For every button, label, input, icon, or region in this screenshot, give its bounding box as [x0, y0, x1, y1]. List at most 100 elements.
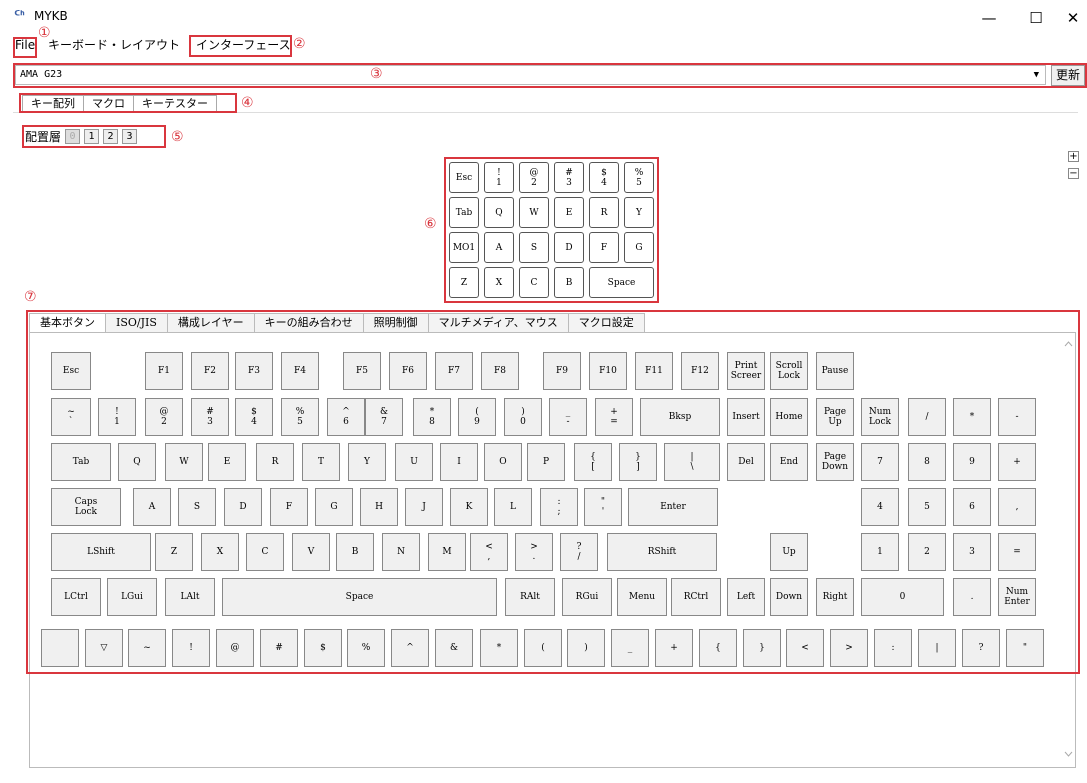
- palette-key[interactable]: Menu: [617, 578, 667, 616]
- device-key[interactable]: S: [519, 232, 549, 263]
- palette-key[interactable]: * 8: [413, 398, 451, 436]
- minimize-button[interactable]: —: [974, 7, 1004, 29]
- palette-key[interactable]: 1: [861, 533, 899, 571]
- tab-key-layout[interactable]: キー配列: [22, 95, 84, 112]
- palette-key[interactable]: K: [450, 488, 488, 526]
- palette-key[interactable]: : ;: [540, 488, 578, 526]
- palette-key[interactable]: 7: [861, 443, 899, 481]
- palette-key[interactable]: N: [382, 533, 420, 571]
- palette-key[interactable]: Pause: [816, 352, 854, 390]
- device-key[interactable]: Q: [484, 197, 514, 228]
- palette-key[interactable]: { [: [574, 443, 612, 481]
- palette-key[interactable]: Esc: [51, 352, 91, 390]
- refresh-button[interactable]: 更新: [1051, 65, 1085, 86]
- palette-key[interactable]: 5: [908, 488, 946, 526]
- device-key[interactable]: F: [589, 232, 619, 263]
- palette-key[interactable]: ( 9: [458, 398, 496, 436]
- zoom-in-button[interactable]: +: [1068, 151, 1079, 162]
- palette-key[interactable]: M: [428, 533, 466, 571]
- zoom-out-button[interactable]: −: [1068, 168, 1079, 179]
- palette-key[interactable]: F11: [635, 352, 673, 390]
- palette-key[interactable]: I: [440, 443, 478, 481]
- palette-key[interactable]: A: [133, 488, 171, 526]
- palette-key[interactable]: Q: [118, 443, 156, 481]
- palette-key[interactable]: Space: [222, 578, 497, 616]
- palette-key[interactable]: |: [918, 629, 956, 667]
- palette-key[interactable]: 0: [861, 578, 944, 616]
- palette-key[interactable]: %: [347, 629, 385, 667]
- palette-key[interactable]: Num Lock: [861, 398, 899, 436]
- palette-key[interactable]: Num Enter: [998, 578, 1036, 616]
- chevron-down-icon[interactable]: ▼: [1034, 66, 1039, 84]
- palette-key[interactable]: | \: [664, 443, 720, 481]
- device-key[interactable]: # 3: [554, 162, 584, 193]
- palette-key[interactable]: X: [201, 533, 239, 571]
- palette-key[interactable]: W: [165, 443, 203, 481]
- category-tab[interactable]: 基本ボタン: [29, 313, 106, 333]
- scrollbar[interactable]: [1062, 334, 1075, 766]
- device-key[interactable]: Tab: [449, 197, 479, 228]
- palette-key[interactable]: RGui: [562, 578, 612, 616]
- palette-key[interactable]: ) 0: [504, 398, 542, 436]
- palette-key[interactable]: End: [770, 443, 808, 481]
- palette-key[interactable]: Page Up: [816, 398, 854, 436]
- palette-key[interactable]: *: [480, 629, 518, 667]
- palette-key[interactable]: F5: [343, 352, 381, 390]
- palette-key[interactable]: ? /: [560, 533, 598, 571]
- palette-key[interactable]: F12: [681, 352, 719, 390]
- palette-key[interactable]: 6: [953, 488, 991, 526]
- palette-key[interactable]: G: [315, 488, 353, 526]
- layer-button-1[interactable]: 1: [84, 129, 100, 144]
- tab-key-tester[interactable]: キーテスター: [133, 95, 217, 112]
- palette-key[interactable]: 3: [953, 533, 991, 571]
- palette-key[interactable]: RAlt: [505, 578, 555, 616]
- palette-key[interactable]: F4: [281, 352, 319, 390]
- palette-key[interactable]: F7: [435, 352, 473, 390]
- menu-keyboard-layout[interactable]: キーボード・レイアウト: [48, 37, 180, 54]
- maximize-button[interactable]: ☐: [1021, 7, 1051, 29]
- device-select[interactable]: AMA G23 ▼: [15, 65, 1046, 85]
- category-tab[interactable]: マルチメディア、マウス: [427, 313, 569, 333]
- palette-key[interactable]: !: [172, 629, 210, 667]
- palette-key[interactable]: {: [699, 629, 737, 667]
- palette-key[interactable]: 4: [861, 488, 899, 526]
- palette-key[interactable]: .: [953, 578, 991, 616]
- palette-key[interactable]: 9: [953, 443, 991, 481]
- palette-key[interactable]: -: [998, 398, 1036, 436]
- palette-key[interactable]: [41, 629, 79, 667]
- palette-key[interactable]: Bksp: [640, 398, 720, 436]
- device-key[interactable]: X: [484, 267, 514, 298]
- palette-key[interactable]: RCtrl: [671, 578, 721, 616]
- palette-key[interactable]: +: [998, 443, 1036, 481]
- palette-key[interactable]: :: [874, 629, 912, 667]
- palette-key[interactable]: H: [360, 488, 398, 526]
- layer-button-0[interactable]: 0: [65, 129, 81, 144]
- palette-key[interactable]: #: [260, 629, 298, 667]
- palette-key[interactable]: S: [178, 488, 216, 526]
- palette-key[interactable]: % 5: [281, 398, 319, 436]
- palette-key[interactable]: ^: [391, 629, 429, 667]
- device-key[interactable]: ! 1: [484, 162, 514, 193]
- palette-key[interactable]: R: [256, 443, 294, 481]
- palette-key[interactable]: &: [435, 629, 473, 667]
- menu-file[interactable]: File: [15, 37, 35, 54]
- device-key[interactable]: W: [519, 197, 549, 228]
- palette-key[interactable]: ^ 6: [327, 398, 365, 436]
- device-key[interactable]: Y: [624, 197, 654, 228]
- palette-key[interactable]: ~: [128, 629, 166, 667]
- palette-key[interactable]: LAlt: [165, 578, 215, 616]
- palette-key[interactable]: T: [302, 443, 340, 481]
- palette-key[interactable]: ,: [998, 488, 1036, 526]
- palette-key[interactable]: # 3: [191, 398, 229, 436]
- device-key[interactable]: Esc: [449, 162, 479, 193]
- palette-key[interactable]: B: [336, 533, 374, 571]
- palette-key[interactable]: + =: [595, 398, 633, 436]
- palette-key[interactable]: Home: [770, 398, 808, 436]
- device-key[interactable]: C: [519, 267, 549, 298]
- palette-key[interactable]: 2: [908, 533, 946, 571]
- palette-key[interactable]: $: [304, 629, 342, 667]
- palette-key[interactable]: D: [224, 488, 262, 526]
- device-key[interactable]: D: [554, 232, 584, 263]
- layer-button-3[interactable]: 3: [122, 129, 138, 144]
- device-key[interactable]: G: [624, 232, 654, 263]
